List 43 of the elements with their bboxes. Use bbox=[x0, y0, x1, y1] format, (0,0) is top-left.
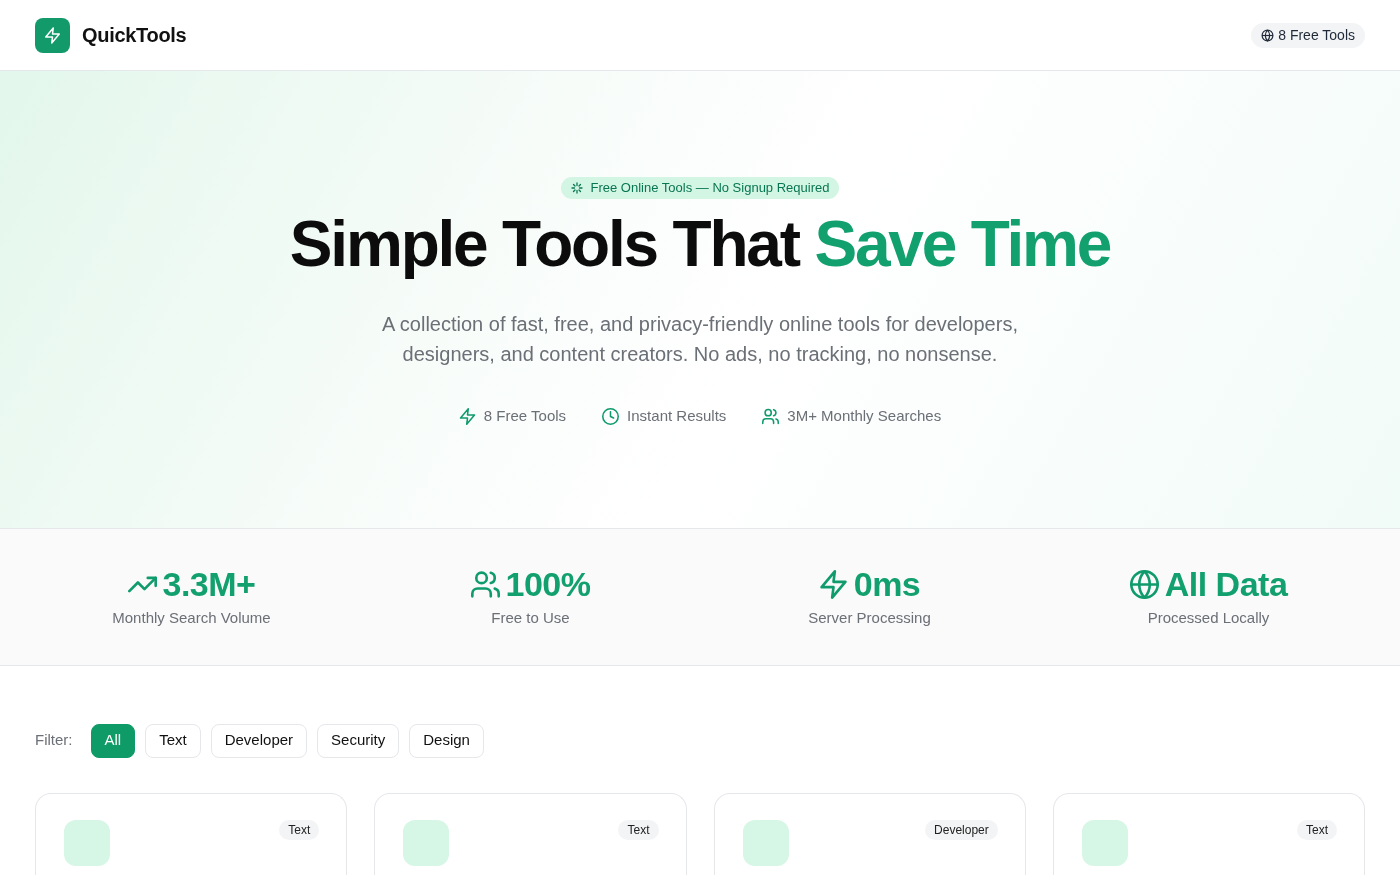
filter-chip[interactable]: Security bbox=[317, 723, 400, 758]
filter-chip[interactable]: Text bbox=[145, 723, 201, 758]
globe-icon bbox=[1129, 569, 1159, 599]
category-tag: Text bbox=[279, 819, 320, 840]
feature-label: 8 Free Tools bbox=[483, 406, 567, 426]
tile-icon bbox=[1081, 819, 1128, 866]
stat-label: Server Processing bbox=[807, 608, 932, 628]
filter-label: Filter: bbox=[35, 730, 73, 751]
globe-icon bbox=[1261, 28, 1275, 42]
announcement-pill: Free Online Tools — No Signup Required bbox=[560, 177, 840, 199]
tile-icon bbox=[64, 819, 110, 866]
hero-heading: Simple Tools That Save Time bbox=[288, 209, 1112, 279]
hero-subtitle: A collection of fast, free, and privacy-friendly online tools for developers, designers, and content creators. No ads, no tracking, no nonsense. bbox=[381, 312, 1019, 367]
category-tag: Text bbox=[1297, 819, 1337, 840]
filter-chip[interactable]: All bbox=[90, 723, 136, 758]
clock-icon bbox=[602, 407, 620, 425]
stat-value: 100% bbox=[505, 564, 591, 604]
bolt-logo-icon bbox=[35, 17, 70, 53]
feature-label: 3M+ Monthly Searches bbox=[787, 406, 942, 426]
bolt-icon bbox=[458, 407, 476, 425]
category-tag: Developer bbox=[925, 819, 998, 840]
tile-icon bbox=[403, 819, 450, 866]
users-icon bbox=[762, 407, 780, 425]
bolt-icon bbox=[818, 569, 848, 599]
category-tag: Text bbox=[618, 819, 659, 840]
tool-card[interactable]: Text bbox=[35, 792, 348, 875]
stat-value: 0ms bbox=[853, 564, 921, 604]
filter-chip[interactable]: Design bbox=[409, 723, 484, 758]
tool-card[interactable]: Text bbox=[1052, 792, 1365, 875]
stat-label: Free to Use bbox=[490, 608, 571, 628]
tile-icon bbox=[742, 819, 789, 866]
tool-card[interactable]: Developer bbox=[713, 792, 1026, 875]
tools-count-badge: 8 Free Tools bbox=[1251, 22, 1365, 48]
sparkle-icon bbox=[570, 182, 583, 194]
stat-value: All Data bbox=[1164, 564, 1288, 604]
feature-label: Instant Results bbox=[627, 406, 727, 426]
filter-chip[interactable]: Developer bbox=[210, 723, 308, 758]
stat-value: 3.3M+ bbox=[162, 564, 256, 604]
stat-label: Processed Locally bbox=[1146, 608, 1271, 628]
stat-label: Monthly Search Volume bbox=[111, 608, 272, 628]
brand-name[interactable]: QuickTools bbox=[82, 20, 187, 50]
tool-card[interactable]: Text bbox=[374, 792, 687, 875]
users-icon bbox=[470, 569, 500, 599]
